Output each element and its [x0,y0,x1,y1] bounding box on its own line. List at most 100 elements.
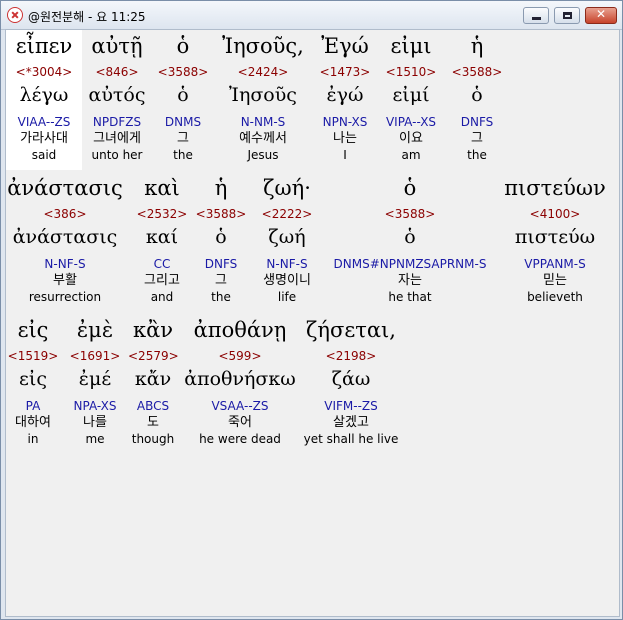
morph-code[interactable]: NPA-XS [64,398,126,414]
morph-code[interactable]: NPN-XS [314,114,376,130]
greek-word: καὶ [144,176,180,200]
word-block[interactable]: ὁ <3588> ὁ DNMS#NPNMZSAPRNM-S 자는 he that [328,172,492,305]
english-gloss: and [150,290,174,304]
greek-word: ὁ [176,34,190,58]
lemma-word: ἀποθνήσκω [184,368,296,390]
strong-number[interactable]: <2424> [216,64,310,80]
korean-gloss: 그녀에게 [93,131,141,146]
english-gloss: he that [388,290,432,304]
strong-number[interactable]: <2532> [132,206,192,222]
english-gloss: the [173,148,193,162]
morph-code[interactable]: CC [132,256,192,272]
app-icon[interactable] [7,7,23,23]
english-gloss: said [31,148,57,162]
lemma-word: ἐμέ [78,368,112,390]
word-block[interactable]: εἰμι <1510> εἰμί VIPA--XS 이요 am [380,30,442,163]
word-block[interactable]: πιστεύων <4100> πιστεύω VPPANM-S 믿는 beli… [500,172,610,305]
close-button[interactable]: ✕ [585,7,617,24]
korean-gloss: 가라사대 [20,131,68,146]
lemma-word: καί [145,226,179,248]
korean-gloss: 도 [147,415,159,430]
word-block[interactable]: ἐμὲ <1691> ἐμέ NPA-XS 나를 me [64,314,126,447]
morph-code[interactable]: NPDFZS [82,114,152,130]
lemma-word: ὁ [471,84,483,106]
english-gloss: I [343,148,347,162]
interlinear-panel[interactable]: εἶπεν <*3004> λέγω VIAA--ZS 가라사대 said αὐ… [5,29,620,617]
korean-gloss: 이요 [399,131,423,146]
strong-number[interactable]: <3588> [155,64,211,80]
morph-code[interactable]: DNMS#NPNMZSAPRNM-S [328,256,492,272]
greek-word: αὐτῇ [91,34,143,58]
morph-code[interactable]: ABCS [128,398,178,414]
english-gloss: yet shall he live [303,432,399,446]
strong-number[interactable]: <3588> [328,206,492,222]
maximize-button[interactable] [554,7,580,24]
greek-word: ζωή· [263,176,311,200]
strong-number[interactable]: <599> [184,348,296,364]
word-block[interactable]: ἀνάστασις <386> ἀνάστασις N-NF-S 부활 resu… [6,172,124,305]
word-block[interactable]: καὶ <2532> καί CC 그리고 and [132,172,192,305]
maximize-icon [563,12,572,19]
lemma-word: ἐγώ [326,84,364,106]
word-block[interactable]: ζήσεται, <2198> ζάω VIFM--ZS 살겠고 yet sha… [300,314,402,447]
morph-code[interactable]: N-NM-S [216,114,310,130]
strong-number[interactable]: <1510> [380,64,442,80]
lemma-word: πιστεύω [514,226,596,248]
strong-number[interactable]: <1473> [314,64,376,80]
greek-word: Ἰησοῦς, [222,34,304,58]
word-block[interactable]: Ἐγώ <1473> ἐγώ NPN-XS 나는 I [314,30,376,163]
lemma-word: ὁ [404,226,416,248]
english-gloss: life [277,290,297,304]
strong-number[interactable]: <*3004> [6,64,82,80]
word-block[interactable]: εἶπεν <*3004> λέγω VIAA--ZS 가라사대 said [6,30,82,163]
minimize-icon [532,17,541,20]
word-block[interactable]: ἡ <3588> ὁ DNFS 그 the [448,30,506,163]
strong-number[interactable]: <386> [6,206,124,222]
morph-code[interactable]: VPPANM-S [500,256,610,272]
greek-word: ἡ [214,176,228,200]
greek-word: ζήσεται, [306,318,396,342]
lemma-word: ὁ [215,226,227,248]
greek-word: ὁ [403,176,417,200]
lemma-word: λέγω [19,84,69,106]
strong-number[interactable]: <3588> [448,64,506,80]
word-block[interactable]: Ἰησοῦς, <2424> Ἰησοῦς N-NM-S 예수께서 Jesus [216,30,310,163]
strong-number[interactable]: <846> [82,64,152,80]
strong-number[interactable]: <1519> [6,348,60,364]
strong-number[interactable]: <3588> [194,206,248,222]
morph-code[interactable]: DNMS [155,114,211,130]
morph-code[interactable]: DNFS [448,114,506,130]
morph-code[interactable]: VIAA--ZS [6,114,82,130]
morph-code[interactable]: VSAA--ZS [184,398,296,414]
strong-number[interactable]: <1691> [64,348,126,364]
morph-code[interactable]: VIFM--ZS [300,398,402,414]
word-block[interactable]: ζωή· <2222> ζωή N-NF-S 생명이니 life [252,172,322,305]
morph-code[interactable]: N-NF-S [6,256,124,272]
english-gloss: Jesus [247,148,279,162]
word-block[interactable]: κἂν <2579> κἄν ABCS 도 though [128,314,179,447]
app-window: @원전분해 - 요 11:25 ✕ εἶπεν <*3004> λέγω VIA… [0,0,623,620]
lemma-word: εἰς [19,368,47,390]
strong-number[interactable]: <4100> [500,206,610,222]
morph-code[interactable]: PA [6,398,60,414]
word-block[interactable]: αὐτῇ <846> αὐτός NPDFZS 그녀에게 unto her [82,30,152,163]
word-block[interactable]: ἀποθάνῃ <599> ἀποθνήσκω VSAA--ZS 죽어 he w… [184,314,296,447]
korean-gloss: 그 [177,131,189,146]
korean-gloss: 생명이니 [263,273,311,288]
english-gloss: am [401,148,421,162]
strong-number[interactable]: <2579> [128,348,179,364]
english-gloss: believeth [527,290,583,304]
word-block[interactable]: ὁ <3588> ὁ DNMS 그 the [155,30,211,163]
morph-code[interactable]: N-NF-S [252,256,322,272]
title-bar[interactable]: @원전분해 - 요 11:25 ✕ [1,1,622,30]
word-block[interactable]: ἡ <3588> ὁ DNFS 그 the [194,172,248,305]
minimize-button[interactable] [523,7,549,24]
word-block[interactable]: εἰς <1519> εἰς PA 대하여 in [6,314,60,447]
morph-code[interactable]: DNFS [194,256,248,272]
english-gloss: resurrection [28,290,102,304]
strong-number[interactable]: <2222> [252,206,322,222]
korean-gloss: 그 [471,131,483,146]
english-gloss: in [27,432,39,446]
strong-number[interactable]: <2198> [300,348,402,364]
morph-code[interactable]: VIPA--XS [380,114,442,130]
